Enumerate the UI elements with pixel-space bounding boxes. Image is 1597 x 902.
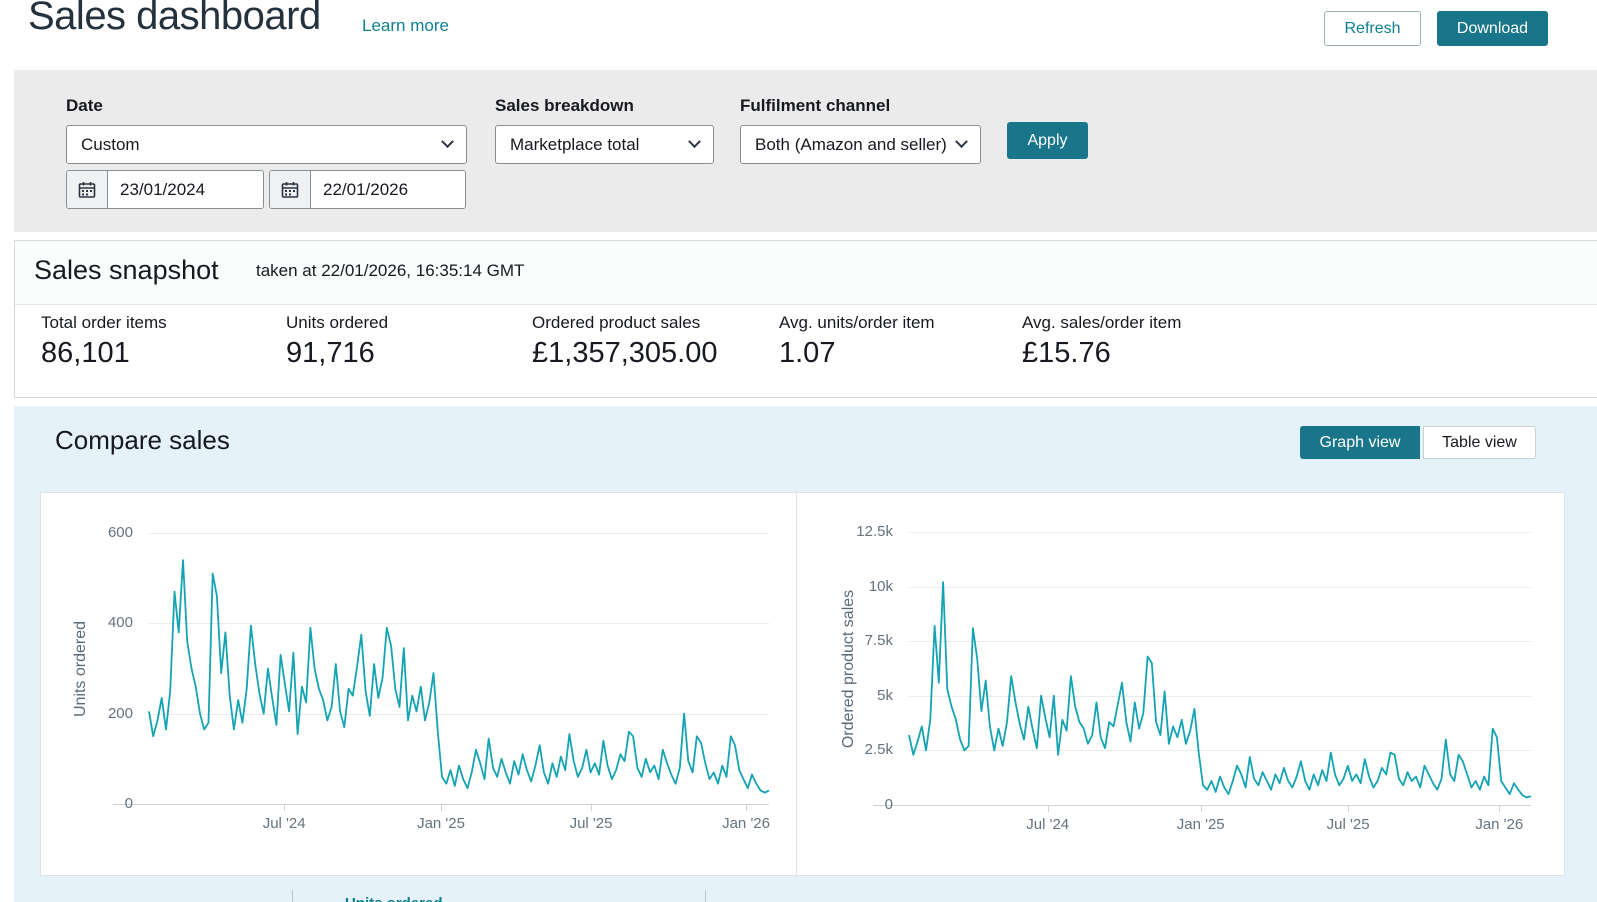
chevron-down-icon — [441, 135, 454, 149]
start-date-field — [66, 170, 264, 209]
x-tick-label: Jul '24 — [1026, 816, 1070, 833]
metric-label: Avg. sales/order item — [1022, 313, 1182, 332]
y-tick-label: 10k — [868, 577, 893, 595]
end-date-input[interactable] — [311, 171, 465, 208]
series-line — [908, 581, 1532, 799]
metric-units-ordered: Units ordered 91,716 — [286, 313, 388, 370]
end-date-field — [269, 170, 466, 209]
table-view-toggle[interactable]: Table view — [1423, 426, 1536, 459]
metric-value: £15.76 — [1022, 337, 1111, 369]
charts-panel: Units ordered 0 200 400 600 Jul '24 Jan '25 Jul… — [40, 492, 1565, 876]
chevron-down-icon — [688, 135, 701, 149]
compare-sales-title: Compare sales — [55, 425, 230, 455]
filter-bar: Date Custom Sales breakdown Marketplace … — [14, 70, 1597, 232]
x-tick-mark — [441, 804, 443, 811]
y-axis-title: Ordered product sales — [840, 589, 857, 748]
legend-column-header[interactable]: Units ordered — [345, 895, 443, 902]
page-title: Sales dashboard — [28, 0, 321, 38]
metric-avg-sales-order-item: Avg. sales/order item £15.76 — [1022, 313, 1181, 370]
x-tick-mark — [284, 804, 286, 811]
sales-breakdown-select[interactable]: Marketplace total — [495, 125, 714, 164]
metric-value: 91,716 — [286, 337, 375, 369]
fulfilment-selected-value: Both (Amazon and seller) — [755, 134, 947, 154]
sales-snapshot-header: Sales snapshot taken at 22/01/2026, 16:3… — [15, 241, 1597, 305]
x-tick-label: Jul '25 — [1326, 816, 1370, 833]
metric-avg-units-order-item: Avg. units/order item 1.07 — [779, 313, 935, 370]
y-tick-label: 12.5k — [856, 523, 893, 540]
y-tick-label: 400 — [107, 614, 133, 632]
metric-ordered-product-sales: Ordered product sales £1,357,305.00 — [532, 313, 717, 370]
sales-snapshot-title: Sales snapshot — [34, 255, 219, 285]
x-tick-label: Jan '26 — [722, 815, 770, 832]
x-tick-mark — [1348, 805, 1350, 812]
refresh-button[interactable]: Refresh — [1324, 11, 1421, 46]
x-tick-mark — [591, 804, 593, 811]
x-axis-line — [873, 805, 1531, 806]
x-tick-mark — [746, 804, 748, 811]
x-tick-label: Jan '25 — [1176, 816, 1225, 833]
calendar-icon[interactable] — [270, 171, 311, 208]
chevron-down-icon — [955, 135, 968, 149]
legend-separator — [292, 890, 293, 902]
date-range-select[interactable]: Custom — [66, 125, 467, 164]
x-tick-mark — [1200, 805, 1202, 812]
x-tick-label: Jan '25 — [417, 815, 465, 832]
metric-value: £1,357,305.00 — [532, 337, 718, 369]
y-tick-label: 2.5k — [864, 741, 893, 759]
sales-breakdown-selected-value: Marketplace total — [510, 134, 640, 154]
y-tick-label: 600 — [107, 524, 133, 541]
metric-label: Units ordered — [286, 313, 389, 332]
snapshot-timestamp: taken at 22/01/2026, 16:35:14 GMT — [256, 261, 525, 280]
apply-button[interactable]: Apply — [1007, 122, 1088, 159]
metric-value: 86,101 — [41, 337, 130, 369]
fulfilment-channel-select[interactable]: Both (Amazon and seller) — [740, 125, 981, 164]
graph-view-toggle[interactable]: Graph view — [1300, 426, 1420, 459]
metric-label: Total order items — [41, 313, 167, 332]
y-tick-label: 0 — [884, 796, 893, 813]
legend-separator — [705, 890, 706, 902]
sales-breakdown-label: Sales breakdown — [495, 96, 634, 115]
ordered-product-sales-chart: Ordered product sales 0 2.5k 5k 7.5k 10k 12.5k… — [797, 493, 1566, 877]
units-ordered-chart: Units ordered 0 200 400 600 Jul '24 Jan '25 Jul… — [41, 493, 796, 877]
metric-label: Ordered product sales — [532, 313, 701, 332]
compare-sales-section: Compare sales Graph view Table view Unit… — [14, 406, 1597, 902]
x-tick-label: Jan '26 — [1475, 816, 1524, 833]
x-tick-label: Jul '25 — [569, 815, 613, 832]
start-date-input[interactable] — [108, 171, 263, 208]
learn-more-link[interactable]: Learn more — [362, 16, 449, 36]
metric-value: 1.07 — [779, 337, 836, 369]
y-tick-label: 0 — [124, 795, 133, 812]
legend-strip-clipped: Units ordered — [14, 884, 1597, 902]
metric-total-order-items: Total order items 86,101 — [41, 313, 167, 370]
sales-snapshot-card: Sales snapshot taken at 22/01/2026, 16:3… — [14, 240, 1597, 398]
fulfilment-channel-label: Fulfilment channel — [740, 96, 891, 115]
y-tick-label: 7.5k — [864, 632, 893, 650]
metric-label: Avg. units/order item — [779, 313, 935, 332]
series-line — [148, 559, 770, 794]
y-tick-label: 5k — [877, 686, 893, 704]
x-tick-mark — [1047, 805, 1049, 812]
date-range-selected-value: Custom — [81, 134, 140, 154]
x-tick-mark — [1499, 805, 1501, 812]
y-tick-label: 200 — [107, 704, 133, 722]
calendar-icon[interactable] — [67, 171, 108, 208]
y-axis-title: Units ordered — [72, 620, 89, 717]
date-filter-label: Date — [66, 96, 103, 115]
download-button[interactable]: Download — [1437, 11, 1548, 46]
x-tick-label: Jul '24 — [262, 815, 306, 832]
